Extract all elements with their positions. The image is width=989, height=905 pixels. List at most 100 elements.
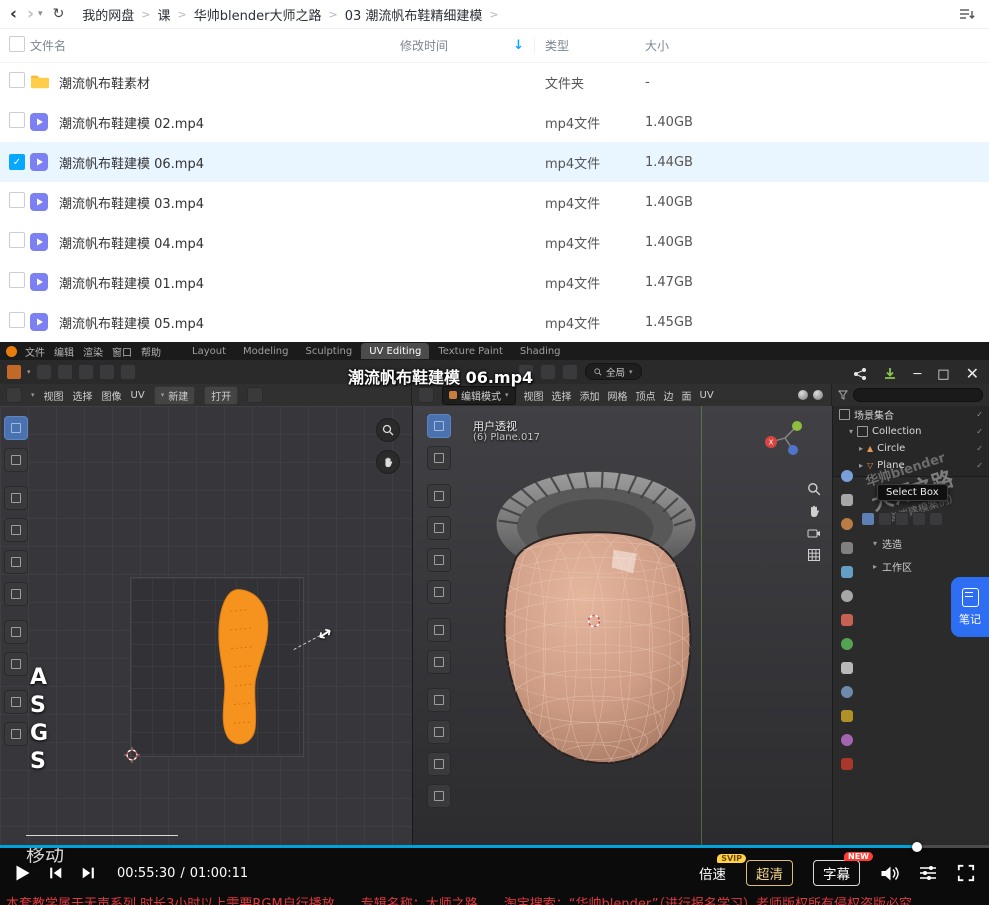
history-dropdown-icon[interactable]: ▾ [38,10,43,19]
outliner-search-input [853,388,983,402]
file-row[interactable]: 潮流帆布鞋建模 04.mp4 mp4文件 1.40GB [0,222,989,262]
column-header-size[interactable]: 大小 [635,37,745,54]
file-row[interactable]: 潮流帆布鞋建模 02.mp4 mp4文件 1.40GB [0,102,989,142]
check-icon: ✓ [13,157,21,168]
vp-menu-face: 面 [682,388,692,403]
file-name-link[interactable]: 潮流帆布鞋建模 01.mp4 [59,273,204,292]
file-type: 文件夹 [535,73,635,92]
file-table-header: 文件名 修改时间 ↓ 类型 大小 [0,28,989,63]
breadcrumb-item-root[interactable]: 我的网盘 [82,5,134,24]
vp-menu-vertex: 顶点 [636,388,656,403]
refresh-icon[interactable]: ↻ [53,7,65,21]
file-type: mp4文件 [535,233,635,252]
blender-topbar: 文件 编辑 渲染 窗口 帮助 Layout Modeling Sculpting… [0,342,989,360]
back-icon[interactable]: ‹ [10,6,17,23]
row-checkbox[interactable] [9,112,25,128]
file-list: 潮流帆布鞋素材 文件夹 - 潮流帆布鞋建模 02.mp4 mp4文件 1.40G… [0,62,989,342]
outliner-item-circle: Circle [877,443,905,454]
breadcrumb-item[interactable]: 课 [158,5,171,24]
select-all-checkbox[interactable] [9,36,25,52]
breadcrumb-item-current[interactable]: 03 潮流帆布鞋精细建模 [345,5,483,24]
tool-button [4,722,28,746]
file-name-link[interactable]: 潮流帆布鞋素材 [59,73,150,92]
player-controls: 00:55:30 / 01:00:11 倍速 SVIP 超清 字幕 NEW [0,852,989,894]
scene-collection-icon [839,409,850,420]
app-root: ‹ › ▾ ↻ 我的网盘 > 课 > 华帅blender大师之路 > 03 潮流… [0,0,989,905]
row-checkbox-checked[interactable]: ✓ [9,154,25,170]
forward-icon[interactable]: › [27,6,34,23]
menu-edit: 编辑 [54,344,74,359]
volume-icon[interactable] [880,865,899,882]
play-button[interactable] [14,864,31,882]
column-header-modified[interactable]: 修改时间 ↓ [385,37,535,54]
maximize-icon[interactable]: □ [937,368,949,381]
file-row[interactable]: 潮流帆布鞋建模 03.mp4 mp4文件 1.40GB [0,182,989,222]
column-header-name[interactable]: 文件名 [30,37,385,54]
file-name-link[interactable]: 潮流帆布鞋建模 04.mp4 [59,233,204,252]
seek-bar[interactable] [0,845,989,848]
viewport-stats: (6) Plane.017 [473,432,540,443]
file-name-link[interactable]: 潮流帆布鞋建模 03.mp4 [59,193,204,212]
row-checkbox[interactable] [9,272,25,288]
prev-episode-button[interactable] [47,865,64,881]
quality-button[interactable]: 超清 [746,860,793,886]
row-checkbox[interactable] [9,72,25,88]
share-icon[interactable] [853,367,867,381]
file-type: mp4文件 [535,273,635,292]
menu-help: 帮助 [141,344,161,359]
tool-button [427,752,451,776]
tool-button [427,784,451,808]
minimize-icon[interactable]: ─ [913,368,921,381]
tool-button [4,518,28,542]
file-row-folder[interactable]: 潮流帆布鞋素材 文件夹 - [0,62,989,102]
workspace-tab-sculpting: Sculpting [298,343,361,359]
video-player[interactable]: 文件 编辑 渲染 窗口 帮助 Layout Modeling Sculpting… [0,342,989,905]
zoom-icon [807,482,821,496]
seek-handle[interactable] [912,842,922,852]
next-episode-button[interactable] [80,865,97,881]
file-name-link[interactable]: 潮流帆布鞋建模 02.mp4 [59,113,204,132]
tool-button [427,618,451,642]
list-sort-icon[interactable] [959,7,989,21]
playback-speed-button[interactable]: 倍速 SVIP [699,863,726,883]
file-name-link[interactable]: 潮流帆布鞋建模 06.mp4 [59,153,204,172]
tool-button [427,688,451,712]
sort-desc-icon[interactable]: ↓ [513,38,524,53]
shading-material-icon [813,390,823,400]
row-checkbox[interactable] [9,312,25,328]
tool-option-icons [861,512,943,526]
column-header-type[interactable]: 类型 [535,37,635,54]
subtitle-button[interactable]: 字幕 NEW [813,860,860,886]
global-search-label: 全局 [606,365,625,379]
row-checkbox[interactable] [9,192,25,208]
vp-menu-add: 添加 [580,388,600,403]
vp-menu-edge: 边 [664,388,674,403]
file-size: 1.45GB [635,315,745,330]
vp-menu-view: 视图 [524,388,544,403]
file-row[interactable]: 潮流帆布鞋建模 01.mp4 mp4文件 1.47GB [0,262,989,302]
tool-button [427,720,451,744]
file-type: mp4文件 [535,313,635,332]
uv-menu-select: 选择 [73,388,93,403]
row-checkbox[interactable] [9,232,25,248]
outliner-header [832,384,989,406]
download-icon[interactable] [883,367,897,381]
tool-button [427,516,451,540]
tool-button [4,652,28,676]
close-icon[interactable]: ✕ [966,366,979,382]
fullscreen-icon[interactable] [957,864,975,882]
player-top-icons: ─ □ ✕ [853,366,979,382]
navigation-gizmo: X [763,416,807,460]
file-row-selected[interactable]: ✓ 潮流帆布鞋建模 06.mp4 mp4文件 1.44GB [0,142,989,182]
video-title-overlay: 潮流帆布鞋建模 06.mp4 [348,364,533,388]
notes-button[interactable]: 笔记 [951,577,989,637]
file-row[interactable]: 潮流帆布鞋建模 05.mp4 mp4文件 1.45GB [0,302,989,342]
file-name-link[interactable]: 潮流帆布鞋建模 05.mp4 [59,313,204,332]
video-frame-blender-ui: 文件 编辑 渲染 窗口 帮助 Layout Modeling Sculpting… [0,342,989,845]
file-size: 1.47GB [635,275,745,290]
breadcrumb-item[interactable]: 华帅blender大师之路 [194,5,322,24]
file-size: 1.40GB [635,235,745,250]
move-cursor-icon: ↔ [314,622,337,647]
menu-file: 文件 [25,344,45,359]
settings-sliders-icon[interactable] [919,864,937,882]
